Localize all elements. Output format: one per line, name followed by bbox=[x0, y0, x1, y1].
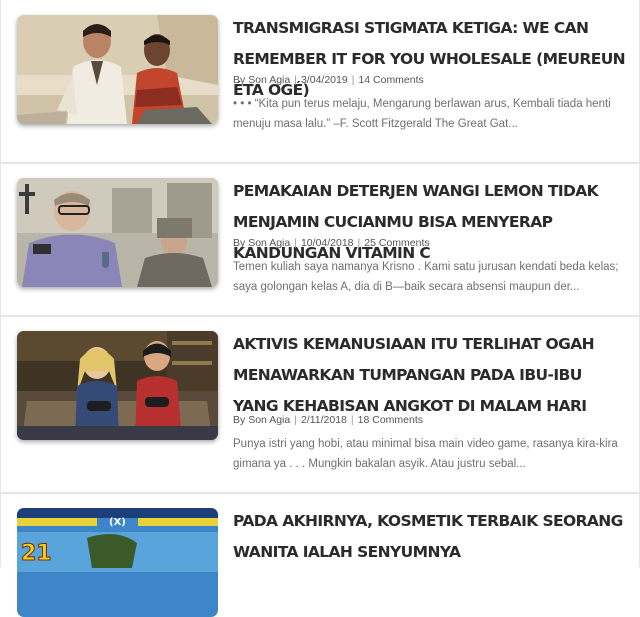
post-excerpt: Punya istri yang hobi, atau minimal bisa… bbox=[233, 438, 618, 470]
author-prefix: By bbox=[233, 74, 246, 86]
meta-separator: | bbox=[294, 414, 297, 426]
cartoon-gamers-couch-image bbox=[17, 331, 218, 440]
post-meta: By Son Agia | 3/04/2019 | 14 Comments bbox=[233, 74, 424, 86]
meta-separator: | bbox=[351, 74, 355, 86]
post-meta: By Son Agia | 2/11/2018 | 18 Comments bbox=[233, 414, 423, 426]
author-prefix: By bbox=[233, 237, 246, 249]
meta-separator: | bbox=[294, 237, 297, 249]
post-title[interactable]: TRANSMIGRASI STIGMATA KETIGA: WE CAN REM… bbox=[233, 13, 628, 106]
post-author[interactable]: Son Agia bbox=[248, 74, 290, 86]
post-date: 10/04/2018 bbox=[300, 237, 354, 249]
post-date: 2/11/2018 bbox=[300, 414, 347, 426]
post-thumbnail[interactable]: 21 (X) bbox=[17, 508, 218, 617]
post-thumbnail[interactable] bbox=[17, 178, 218, 287]
post-excerpt: Temen kuliah saya namanya Krisno . Kami … bbox=[233, 261, 619, 293]
post-title[interactable]: AKTIVIS KEMANUSIAAN ITU TERLIHAT OGAH ME… bbox=[233, 329, 628, 422]
left-border bbox=[0, 0, 1, 567]
post-divider bbox=[0, 162, 640, 164]
author-prefix: By bbox=[233, 414, 246, 426]
post-divider bbox=[0, 315, 640, 317]
comments-link[interactable]: 18 Comments bbox=[358, 414, 423, 426]
post-title[interactable]: PEMAKAIAN DETERJEN WANGI LEMON TIDAK MEN… bbox=[233, 176, 628, 269]
post-date: 3/04/2019 bbox=[300, 74, 348, 86]
post-excerpt: • • • “Kita pun terus melaju, Mengarung … bbox=[233, 98, 611, 130]
post-divider bbox=[0, 492, 640, 494]
post-title[interactable]: PADA AKHIRNYA, KOSMETIK TERBAIK SEORANG … bbox=[233, 506, 628, 568]
post-meta: By Son Agia | 10/04/2018 | 25 Comments bbox=[233, 237, 430, 249]
meta-separator: | bbox=[350, 414, 354, 426]
cartoon-two-men-image bbox=[17, 15, 218, 124]
comments-link[interactable]: 25 Comments bbox=[364, 237, 429, 249]
post-author[interactable]: Son Agia bbox=[248, 237, 290, 249]
meta-separator: | bbox=[357, 237, 361, 249]
meta-separator: | bbox=[294, 74, 297, 86]
post-thumbnail[interactable] bbox=[17, 15, 218, 124]
arcade-game-screenshot-image: 21 (X) bbox=[17, 508, 218, 617]
cartoon-classroom-image bbox=[17, 178, 218, 287]
game-timer-text: (X) bbox=[109, 517, 126, 528]
game-counter-text: 21 bbox=[21, 541, 52, 566]
post-author[interactable]: Son Agia bbox=[248, 414, 290, 426]
comments-link[interactable]: 14 Comments bbox=[358, 74, 423, 86]
post-thumbnail[interactable] bbox=[17, 331, 218, 440]
